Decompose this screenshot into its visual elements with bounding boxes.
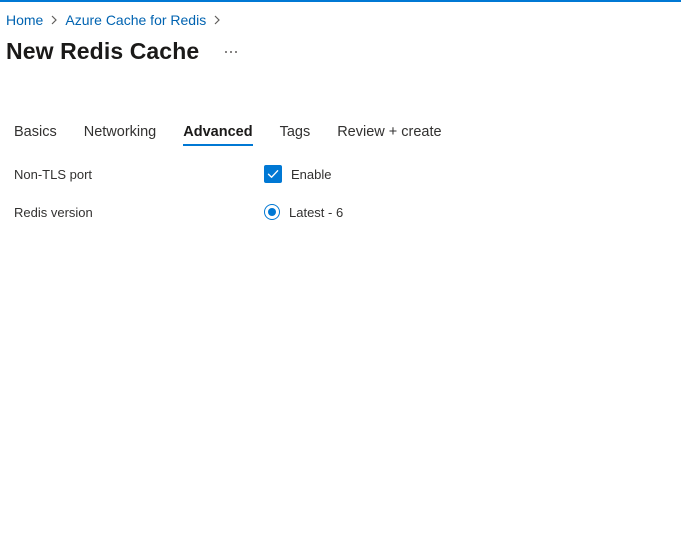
tab-advanced[interactable]: Advanced — [183, 124, 253, 146]
tab-tags[interactable]: Tags — [280, 124, 311, 146]
tab-review-create[interactable]: Review + create — [337, 124, 441, 146]
redis-version-label: Redis version — [14, 204, 93, 220]
redis-version-option-label: Latest - 6 — [289, 204, 344, 220]
redis-version-row: Redis version Latest - 6 — [14, 201, 654, 223]
non-tls-port-row: Non-TLS port Enable — [14, 163, 654, 185]
page-title: New Redis Cache — [6, 38, 200, 64]
chevron-right-icon — [208, 11, 226, 29]
top-accent-bar — [0, 0, 681, 2]
more-options-button[interactable] — [223, 44, 239, 60]
tab-basics[interactable]: Basics — [14, 124, 57, 146]
non-tls-port-label: Non-TLS port — [14, 166, 93, 182]
chevron-right-icon — [45, 11, 63, 29]
breadcrumb-home-link[interactable]: Home — [6, 12, 43, 28]
radio-button[interactable] — [264, 204, 280, 220]
enable-label: Enable — [291, 166, 332, 182]
checkmark-icon — [267, 170, 279, 178]
breadcrumb: Home Azure Cache for Redis — [6, 11, 228, 29]
ellipsis-icon — [225, 50, 238, 53]
radio-selected-dot — [268, 208, 276, 216]
page-header: New Redis Cache — [6, 38, 239, 65]
checkbox-box[interactable] — [264, 165, 282, 183]
wizard-tabs: Basics Networking Advanced Tags Review +… — [14, 124, 469, 146]
breadcrumb-azure-cache-link[interactable]: Azure Cache for Redis — [65, 12, 206, 28]
redis-version-radio[interactable]: Latest - 6 — [264, 204, 343, 220]
non-tls-port-checkbox[interactable]: Enable — [264, 165, 331, 183]
tab-networking[interactable]: Networking — [84, 124, 157, 146]
